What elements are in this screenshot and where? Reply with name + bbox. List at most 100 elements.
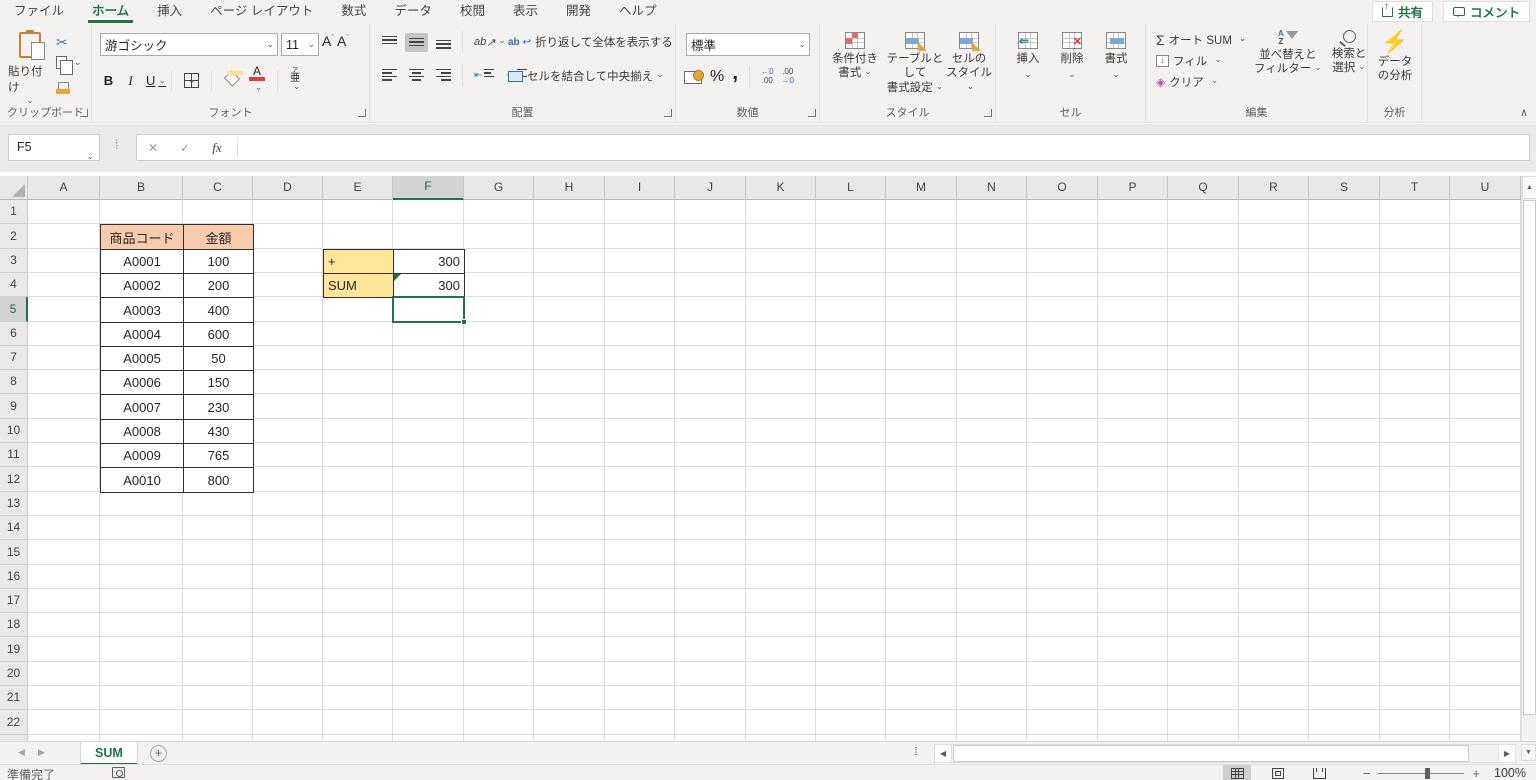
view-page-layout-button[interactable]: [1264, 765, 1292, 780]
product-code-cell[interactable]: A0005: [100, 346, 184, 371]
product-code-cell[interactable]: A0009: [100, 443, 184, 468]
product-code-cell[interactable]: A0001: [100, 249, 184, 274]
amount-cell[interactable]: 400: [183, 297, 254, 323]
scroll-right-icon[interactable]: ▶: [1498, 745, 1515, 762]
add-sheet-button[interactable]: +: [150, 745, 167, 762]
comma-style-icon[interactable]: ,: [732, 68, 738, 78]
accounting-format-icon[interactable]: [684, 71, 702, 84]
increase-decimal-icon[interactable]: ←0.00: [761, 68, 773, 86]
column-header-B[interactable]: B: [100, 176, 183, 200]
number-format-select[interactable]: 標準⌄: [686, 33, 810, 56]
column-header-D[interactable]: D: [253, 176, 323, 200]
column-header-T[interactable]: T: [1380, 176, 1450, 200]
name-box-dropdown-icon[interactable]: ⌄: [86, 144, 94, 169]
row-header-18[interactable]: 18: [0, 613, 28, 637]
table-header-cell[interactable]: 商品コード: [100, 224, 184, 250]
row-header-13[interactable]: 13: [0, 492, 28, 516]
decrease-decimal-icon[interactable]: .00→0: [782, 68, 794, 86]
borders-icon[interactable]: [184, 73, 199, 88]
menu-tab-idx6[interactable]: 校閲: [446, 0, 499, 24]
horizontal-scroll-thumb[interactable]: [953, 745, 1469, 762]
row-header-5[interactable]: 5: [0, 297, 28, 322]
align-middle-icon[interactable]: [405, 33, 428, 52]
scroll-left-icon[interactable]: ◀: [935, 745, 952, 762]
clear-button[interactable]: ◈ クリア: [1156, 74, 1246, 90]
column-header-J[interactable]: J: [675, 176, 746, 200]
formula-input[interactable]: [242, 135, 1529, 160]
name-box[interactable]: F5 ⌄: [8, 134, 100, 161]
format-cells-button[interactable]: 書式⌄: [1098, 32, 1134, 80]
copy-dropdown-icon[interactable]: ⌄: [74, 57, 82, 68]
row-header-4[interactable]: 4: [0, 273, 28, 297]
menu-tab-idx9[interactable]: ヘルプ: [605, 0, 671, 24]
fill-handle[interactable]: [461, 319, 467, 325]
calc-value-cell[interactable]: 300: [393, 273, 465, 298]
menu-tab-idx8[interactable]: 開発: [552, 0, 605, 24]
product-code-cell[interactable]: A0008: [100, 419, 184, 444]
align-top-icon[interactable]: [378, 33, 401, 52]
orientation-icon[interactable]: ab↗: [470, 33, 510, 52]
alignment-dialog-launcher[interactable]: [664, 109, 672, 117]
row-header-14[interactable]: 14: [0, 516, 28, 540]
cancel-icon[interactable]: ✕: [137, 141, 169, 155]
column-header-U[interactable]: U: [1450, 176, 1521, 200]
insert-function-icon[interactable]: fx: [201, 140, 233, 156]
row-header-6[interactable]: 6: [0, 322, 28, 346]
column-header-A[interactable]: A: [28, 176, 100, 200]
column-header-I[interactable]: I: [605, 176, 675, 200]
next-sheet-icon[interactable]: ▶: [38, 747, 45, 758]
merge-center-button[interactable]: セルを結合して中央揃え: [508, 68, 664, 84]
table-header-cell[interactable]: 金額: [183, 224, 254, 250]
font-size-select[interactable]: 11⌄: [281, 33, 319, 56]
row-header-10[interactable]: 10: [0, 419, 28, 443]
number-dialog-launcher[interactable]: [808, 109, 816, 117]
row-header-17[interactable]: 17: [0, 589, 28, 613]
column-header-E[interactable]: E: [323, 176, 393, 200]
amount-cell[interactable]: 200: [183, 273, 254, 298]
collapse-ribbon-icon[interactable]: ∧: [1520, 106, 1528, 119]
font-dialog-launcher[interactable]: [358, 109, 366, 117]
row-header-19[interactable]: 19: [0, 637, 28, 662]
menu-tab-idx2[interactable]: 挿入: [143, 0, 196, 24]
formula-bar-splitter[interactable]: ⁞: [115, 137, 118, 152]
find-select-button[interactable]: 検索と選択: [1332, 30, 1367, 77]
percent-style-icon[interactable]: %: [710, 68, 724, 86]
decrease-font-icon[interactable]: Aˇ: [337, 33, 349, 56]
align-left-icon[interactable]: [378, 66, 401, 85]
font-color-icon[interactable]: A: [249, 66, 265, 95]
delete-cells-button[interactable]: 削除⌄: [1054, 32, 1090, 80]
column-header-L[interactable]: L: [816, 176, 886, 200]
underline-button[interactable]: U: [146, 73, 159, 88]
column-header-F[interactable]: F: [393, 176, 464, 200]
row-header-12[interactable]: 12: [0, 467, 28, 492]
insert-cells-button[interactable]: 挿入⌄: [1010, 32, 1046, 80]
format-painter-icon[interactable]: [56, 82, 70, 96]
row-header-9[interactable]: 9: [0, 394, 28, 419]
comments-button[interactable]: コメント: [1443, 1, 1530, 22]
align-right-icon[interactable]: [432, 66, 455, 85]
tab-scrollbar-splitter[interactable]: ⁞⁞: [914, 746, 916, 758]
format-as-table-button[interactable]: テーブルとして書式設定: [884, 32, 946, 95]
row-header-22[interactable]: 22: [0, 710, 28, 735]
column-header-N[interactable]: N: [957, 176, 1027, 200]
amount-cell[interactable]: 150: [183, 370, 254, 395]
column-header-M[interactable]: M: [886, 176, 957, 200]
product-code-cell[interactable]: A0002: [100, 273, 184, 298]
menu-tab-idx3[interactable]: ページ レイアウト: [196, 0, 327, 24]
amount-cell[interactable]: 430: [183, 419, 254, 444]
menu-tab-home[interactable]: ホーム: [78, 0, 143, 24]
fill-button[interactable]: ↓ フィル: [1156, 53, 1246, 69]
amount-cell[interactable]: 50: [183, 346, 254, 371]
zoom-slider[interactable]: [1378, 773, 1464, 774]
prev-sheet-icon[interactable]: ◀: [18, 747, 25, 758]
conditional-formatting-button[interactable]: 条件付き書式: [828, 32, 882, 81]
column-header-S[interactable]: S: [1309, 176, 1380, 200]
macro-record-icon[interactable]: [112, 767, 125, 778]
increase-font-icon[interactable]: Aˆ: [322, 33, 334, 56]
calc-label-cell[interactable]: SUM: [323, 273, 394, 298]
product-code-cell[interactable]: A0003: [100, 297, 184, 323]
row-header-16[interactable]: 16: [0, 565, 28, 589]
analyze-data-button[interactable]: ⚡ データの分析: [1372, 32, 1418, 84]
column-header-K[interactable]: K: [746, 176, 816, 200]
column-header-R[interactable]: R: [1239, 176, 1309, 200]
